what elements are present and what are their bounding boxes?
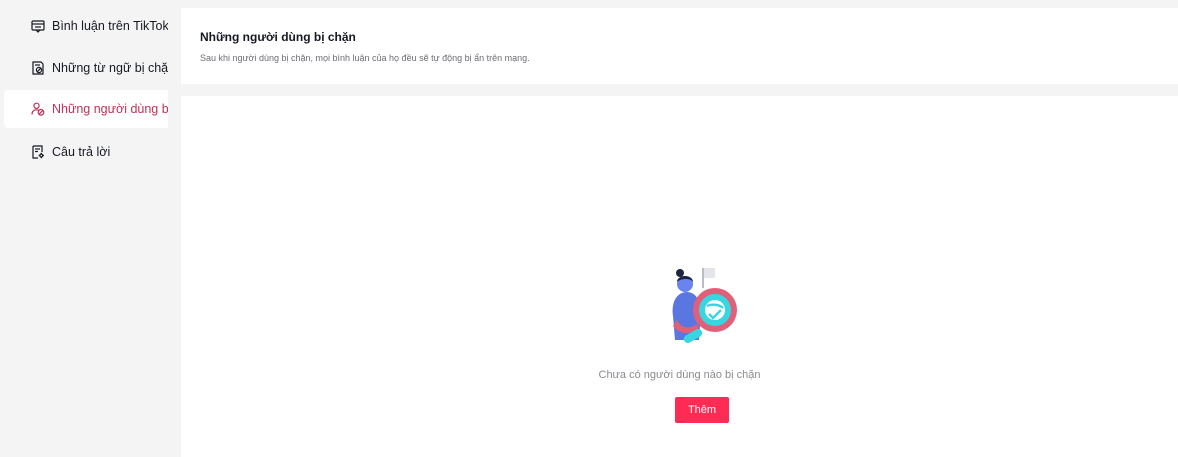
blocked-user-icon	[31, 102, 45, 116]
sidebar-item-label: Bình luận trên TikTok	[52, 19, 168, 33]
sidebar-item-tiktok-comments[interactable]: Bình luận trên TikTok	[4, 7, 168, 45]
blocked-words-icon	[32, 61, 44, 75]
app-root: Bình luận trên TikTok Những từ ngữ bị ch…	[0, 0, 1178, 457]
sidebar-item-label: Những người dùng bị chặn	[52, 102, 168, 116]
sidebar-item-blocked-users[interactable]: Những người dùng bị chặn	[4, 90, 168, 128]
reply-doc-icon	[32, 145, 44, 159]
add-blocked-user-button[interactable]: Thêm	[675, 397, 729, 423]
page-title: Những người dùng bị chặn	[200, 30, 356, 44]
sidebar-item-label: Những từ ngữ bị chặn	[52, 61, 168, 75]
comment-window-icon	[31, 20, 45, 33]
empty-state-message: Chưa có người dùng nào bị chặn	[598, 369, 761, 381]
sidebar-item-label: Câu trả lời	[52, 145, 111, 159]
sidebar-item-blocked-words[interactable]: Những từ ngữ bị chặn	[4, 49, 168, 87]
page-description: Sau khi người dùng bị chặn, mọi bình luậ…	[200, 53, 530, 63]
person-magnifier-illustration	[672, 268, 737, 343]
page-header: Những người dùng bị chặn Sau khi người d…	[181, 8, 1178, 84]
sidebar: Bình luận trên TikTok Những từ ngữ bị ch…	[0, 0, 168, 457]
sidebar-item-replies[interactable]: Câu trả lời	[4, 133, 168, 171]
empty-state-panel: Chưa có người dùng nào bị chặn Thêm	[181, 96, 1178, 457]
